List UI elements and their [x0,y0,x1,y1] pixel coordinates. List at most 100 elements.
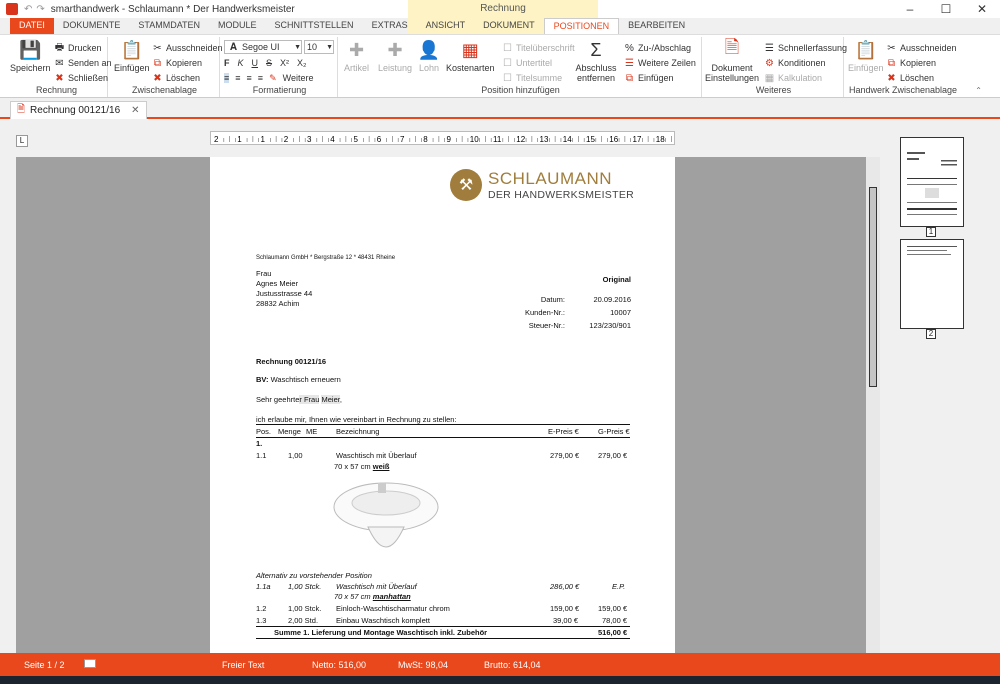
document-page[interactable]: ⚒ SCHLAUMANN DER HANDWERKSMEISTER Schlau… [210,157,675,653]
sum-bottom-line [256,638,630,639]
minimize-button[interactable]: – [892,0,928,18]
article-button[interactable]: ✚ Artikel [344,39,369,74]
item-pos: 1.1a [256,582,271,591]
wage-button[interactable]: 👤 Lohn [418,39,440,74]
puzzle-icon: ✚ [348,39,365,60]
remove-closure-button[interactable]: Σ Abschluss entfernen [575,39,616,84]
vertical-scrollbar[interactable] [866,157,880,653]
chevron-down-icon: ▼ [326,43,333,51]
print-button[interactable]: 🖶 Drucken [54,41,102,55]
save-icon: 💾 [19,39,42,60]
conditions-button[interactable]: ⚙ Konditionen [764,56,826,70]
italic-icon[interactable]: K [238,58,244,68]
justify-icon[interactable]: ≡ [258,73,263,83]
close-doc-button[interactable]: ✖ Schließen [54,71,108,85]
cost-types-button[interactable]: ▦ Kostenarten [446,39,495,74]
superscript-icon[interactable]: X² [280,58,289,68]
quick-entry-button[interactable]: ☰ Schnellerfassung [764,41,847,55]
format-row-1: F K U S X² X₂ [224,56,307,70]
item-unit-price: 279,00 € [550,451,580,460]
document-tab[interactable]: 🗎 Rechnung 00121/16 ✕ [10,101,147,119]
cut-button[interactable]: ✂ Ausschneiden [152,41,222,55]
tab-dokument[interactable]: DOKUMENT [474,18,544,34]
brush-icon[interactable]: ✎ [269,73,277,84]
editor-area: L 2 1 1 2 3 4 5 6 7 8 9 10 11 12 13 14 15 16 17 18 ⚒ SCHLAU… [0,121,880,653]
item-total-price: 78,00 € [602,616,628,625]
ruler-number: 12 [516,135,525,144]
maximize-button[interactable]: ☐ [928,0,964,18]
font-select[interactable]: 𝐀 Segoe UI ▼ [224,40,302,54]
table-header-line [256,437,630,438]
close-window-button[interactable]: ✕ [964,0,1000,18]
collapse-ribbon-icon[interactable]: ⌃ [975,86,982,95]
conditions-icon: ⚙ [765,57,774,69]
quick-access-toolbar: ↶ ↷ [24,4,45,15]
copy-button[interactable]: ⧉ Kopieren [152,56,202,70]
strikethrough-icon[interactable]: S [266,58,272,68]
page-thumbnail[interactable] [900,239,964,329]
tools-icon: ⚒ [450,169,482,201]
underline-icon[interactable]: U [252,58,259,68]
chevron-down-icon: ▼ [294,43,301,51]
tab-extras[interactable]: EXTRAS [363,18,417,34]
app-icon[interactable] [6,3,18,15]
tab-datei[interactable]: DATEI [10,18,54,34]
hw-paste-button[interactable]: 📋 Einfügen [848,39,884,74]
font-size-select[interactable]: 10 ▼ [304,40,334,54]
subtitle-button[interactable]: ☐ Untertitel [502,56,552,70]
align-center-icon[interactable]: ≡ [235,73,240,83]
tab-stammdaten[interactable]: STAMMDATEN [129,18,209,34]
subscript-icon[interactable]: X₂ [297,58,307,68]
paste-button[interactable]: 📋 Einfügen [114,39,150,74]
logo-text: SCHLAUMANN DER HANDWERKSMEISTER [488,169,634,201]
ruler-number: 11 [493,135,502,144]
surcharge-button[interactable]: % Zu-/Abschlag [624,41,691,55]
bold-icon[interactable]: F [224,58,230,68]
page-thumbnail[interactable] [900,137,964,227]
context-group-label: Rechnung [480,3,526,14]
send-button[interactable]: ✉ Senden an [54,56,111,70]
ruler-number: 13 [540,135,549,144]
service-icon: ✚ [387,39,403,60]
align-left-icon[interactable]: ≡ [224,73,230,83]
undo-icon[interactable]: ↶ [24,4,32,15]
ruler-number: 17 [633,135,642,144]
tab-schnittstellen[interactable]: SCHNITTSTELLEN [266,18,363,34]
ruler-number: 6 [377,135,382,144]
tab-ansicht[interactable]: ANSICHT [417,18,475,34]
calculation-button[interactable]: ▦ Kalkulation [764,71,822,85]
group-label-clipboard: Zwischenablage [131,85,198,95]
title-heading-button[interactable]: ☐ Titelüberschrift [502,41,575,55]
service-button[interactable]: ✚ Leistung [378,39,412,74]
group-label-position: Position hinzufügen [481,85,560,95]
meta-key: Steuer-Nr.: [528,321,565,330]
percent-icon: % [625,42,634,54]
title-sum-button[interactable]: ☐ Titelsumme [502,71,562,85]
tab-module[interactable]: MODULE [209,18,266,34]
hw-copy-button[interactable]: ⧉ Kopieren [886,56,936,70]
scrollbar-thumb[interactable] [869,187,877,387]
delete-button[interactable]: ✖ Löschen [152,71,200,85]
sender-line: Schlaumann GmbH * Bergstraße 12 * 48431 … [256,255,396,261]
company-logo: ⚒ SCHLAUMANN DER HANDWERKSMEISTER [450,169,634,201]
item-qty: 2,00 Std. [288,616,319,625]
hw-delete-button[interactable]: ✖ Löschen [886,71,934,85]
align-right-icon[interactable]: ≡ [247,73,252,83]
alternative-label: Alternativ zu vorstehender Position [256,571,372,580]
close-tab-icon[interactable]: ✕ [131,105,139,116]
tab-stop-selector[interactable]: L [16,135,28,147]
more-format-button[interactable]: Weitere [283,73,314,83]
save-button[interactable]: 💾 Speichern [10,39,51,74]
item-desc: Waschtisch mit Überlauf [336,582,417,591]
redo-icon[interactable]: ↷ [36,4,44,15]
doc-settings-button[interactable]: 🗎 Dokument Einstellungen [705,37,759,83]
item-desc: Einloch-Waschtischarmatur chrom [336,604,450,613]
hw-cut-button[interactable]: ✂ Ausschneiden [886,41,956,55]
tab-dokumente[interactable]: DOKUMENTE [54,18,130,34]
horizontal-ruler[interactable]: 2 1 1 2 3 4 5 6 7 8 9 10 11 12 13 14 15 16 17 18 [210,131,678,145]
column-header: Pos. [256,427,272,436]
tab-bearbeiten[interactable]: BEARBEITEN [619,18,694,34]
tab-positionen[interactable]: POSITIONEN [543,18,620,34]
more-lines-button[interactable]: ☰ Weitere Zeilen [624,56,696,70]
insert-position-button[interactable]: ⧉ Einfügen [624,71,674,85]
